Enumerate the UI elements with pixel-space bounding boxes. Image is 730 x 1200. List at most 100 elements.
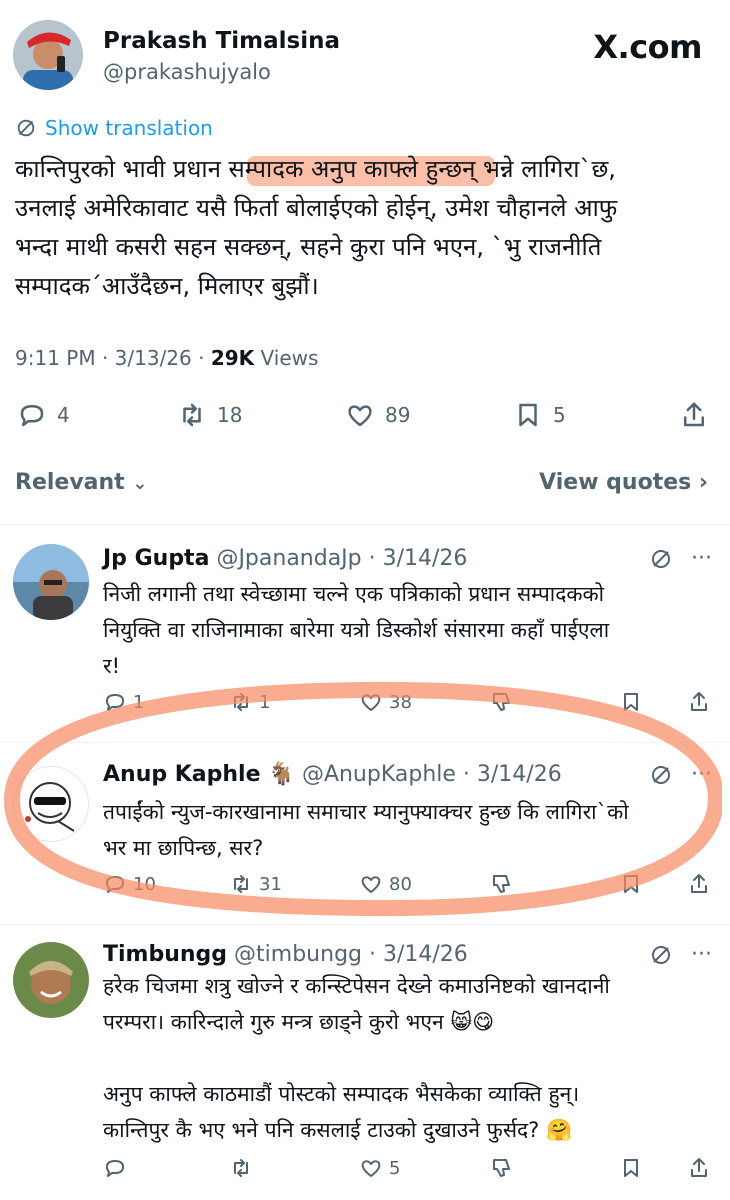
- heart-icon: [361, 876, 381, 893]
- repost-icon: [234, 875, 248, 893]
- repost-icon: [183, 403, 201, 427]
- chevron-right-icon: ›: [698, 470, 708, 495]
- bookmark-count: 5: [553, 403, 566, 427]
- reply-avatar[interactable]: [13, 942, 89, 1018]
- like-button[interactable]: 5: [359, 1156, 400, 1180]
- author-name[interactable]: Prakash Timalsina: [103, 28, 340, 54]
- reply-icon: [106, 1160, 124, 1177]
- repost-button[interactable]: 18: [177, 400, 242, 430]
- view-quotes-label: View quotes: [539, 470, 692, 495]
- tweet-time[interactable]: 9:11 PM · 3/13/26 ·: [15, 346, 211, 370]
- translate-icon: [17, 119, 35, 137]
- repost-icon: [234, 1159, 248, 1177]
- share-icon: [684, 402, 704, 427]
- like-count: 89: [385, 403, 411, 427]
- repost-count: 31: [259, 873, 282, 895]
- like-count: 5: [389, 1157, 401, 1179]
- reply-actions: 10 31 80: [103, 872, 715, 904]
- reply-avatar[interactable]: [13, 766, 89, 842]
- reply-button[interactable]: 4: [17, 400, 70, 430]
- translate-icon[interactable]: [649, 943, 673, 967]
- reply-top-icons: ···: [649, 546, 712, 571]
- tweet-actions: 4 18 89 5: [15, 398, 715, 438]
- reply-count: 10: [133, 873, 156, 895]
- reply-handle[interactable]: @JpanandaJp · 3/14/26: [216, 546, 467, 571]
- repost-count: 18: [217, 403, 243, 427]
- share-button[interactable]: [687, 872, 711, 896]
- reply-icon: [106, 876, 124, 893]
- repost-button[interactable]: [229, 1156, 259, 1180]
- view-quotes-link[interactable]: View quotes ›: [539, 470, 708, 495]
- share-icon: [691, 1158, 707, 1177]
- translate-icon[interactable]: [649, 547, 673, 571]
- reply-header: Timbungg @timbungg · 3/14/26: [103, 942, 468, 967]
- heart-icon: [348, 405, 372, 427]
- downvote-button[interactable]: [489, 690, 513, 714]
- repost-icon: [234, 693, 248, 711]
- reply-header: Anup Kaphle 🐐 @AnupKaphle · 3/14/26: [103, 762, 562, 787]
- reply-author-name[interactable]: Anup Kaphle: [103, 762, 261, 787]
- share-icon: [691, 692, 707, 711]
- reply-author-name[interactable]: Timbungg: [103, 942, 227, 967]
- bookmark-button[interactable]: [619, 1156, 643, 1180]
- chevron-down-icon: ⌄: [132, 473, 148, 494]
- like-count: 38: [389, 691, 412, 713]
- bookmark-button[interactable]: [619, 872, 643, 896]
- author-avatar[interactable]: [13, 20, 83, 90]
- reply-handle[interactable]: @timbungg · 3/14/26: [234, 942, 468, 967]
- more-options-icon[interactable]: ···: [691, 942, 712, 967]
- reply-item[interactable]: Jp Gupta @JpanandaJp · 3/14/26 ··· निजी …: [0, 524, 730, 742]
- tweet-views-count: 29K: [210, 346, 255, 370]
- reply-actions: 1 1 38: [103, 690, 715, 722]
- reply-text: हरेक चिजमा शत्रु खोज्ने र कन्स्टिपेसन दे…: [103, 974, 610, 1142]
- share-button[interactable]: [687, 1156, 711, 1180]
- reply-text: तपाईंको न्युज-कारखानामा समाचार म्यानुफ्य…: [103, 800, 629, 860]
- reply-button[interactable]: 1: [103, 690, 144, 714]
- like-button[interactable]: 38: [359, 690, 412, 714]
- show-translation-link[interactable]: Show translation: [15, 116, 213, 140]
- reply-handle[interactable]: @AnupKaphle · 3/14/26: [302, 762, 562, 787]
- goat-badge: 🐐: [267, 762, 295, 787]
- bookmark-icon: [624, 1159, 638, 1177]
- thumbs-down-icon: [493, 693, 510, 711]
- share-icon: [691, 874, 707, 893]
- reply-icon: [20, 405, 44, 427]
- tweet-views-label: Views: [254, 346, 319, 370]
- reply-item[interactable]: Anup Kaphle 🐐 @AnupKaphle · 3/14/26 ··· …: [0, 742, 730, 924]
- share-button[interactable]: [687, 690, 711, 714]
- thumbs-down-icon: [493, 875, 510, 893]
- like-button[interactable]: 80: [359, 872, 412, 896]
- reply-header: Jp Gupta @JpanandaJp · 3/14/26: [103, 546, 467, 571]
- bookmark-button[interactable]: 5: [513, 400, 566, 430]
- repost-button[interactable]: 1: [229, 690, 270, 714]
- reply-button[interactable]: [103, 1156, 133, 1180]
- sort-dropdown[interactable]: Relevant ⌄: [15, 470, 147, 495]
- bookmark-button[interactable]: [619, 690, 643, 714]
- share-button[interactable]: [679, 400, 709, 430]
- more-options-icon[interactable]: ···: [691, 762, 712, 787]
- reply-icon: [106, 694, 124, 711]
- downvote-button[interactable]: [489, 872, 513, 896]
- heart-icon: [361, 1160, 381, 1177]
- like-button[interactable]: 89: [345, 400, 410, 430]
- tweet-meta: 9:11 PM · 3/13/26 · 29K Views: [15, 346, 318, 370]
- reply-top-icons: ···: [649, 942, 712, 967]
- tweet-text: कान्तिपुरको भावी प्रधान सम्पादक अनुप काफ…: [15, 155, 618, 300]
- reply-count: 4: [57, 403, 70, 427]
- sort-label: Relevant: [15, 470, 125, 495]
- reply-actions: 5: [103, 1156, 715, 1188]
- reply-author-name[interactable]: Jp Gupta: [103, 546, 209, 571]
- repost-button[interactable]: 31: [229, 872, 282, 896]
- reply-top-icons: ···: [649, 762, 712, 787]
- bookmark-icon: [624, 875, 638, 893]
- downvote-button[interactable]: [489, 1156, 513, 1180]
- reply-button[interactable]: 10: [103, 872, 156, 896]
- more-options-icon[interactable]: ···: [691, 546, 712, 571]
- reply-avatar[interactable]: [13, 544, 89, 620]
- reply-item[interactable]: Timbungg @timbungg · 3/14/26 ··· हरेक चि…: [0, 924, 730, 1200]
- reply-text: निजी लगानी तथा स्वेच्छामा चल्ने एक पत्रि…: [103, 582, 610, 678]
- bookmark-icon: [624, 693, 638, 711]
- translate-icon[interactable]: [649, 763, 673, 787]
- author-handle[interactable]: @prakashujyalo: [103, 60, 271, 84]
- show-translation-label[interactable]: Show translation: [45, 116, 213, 140]
